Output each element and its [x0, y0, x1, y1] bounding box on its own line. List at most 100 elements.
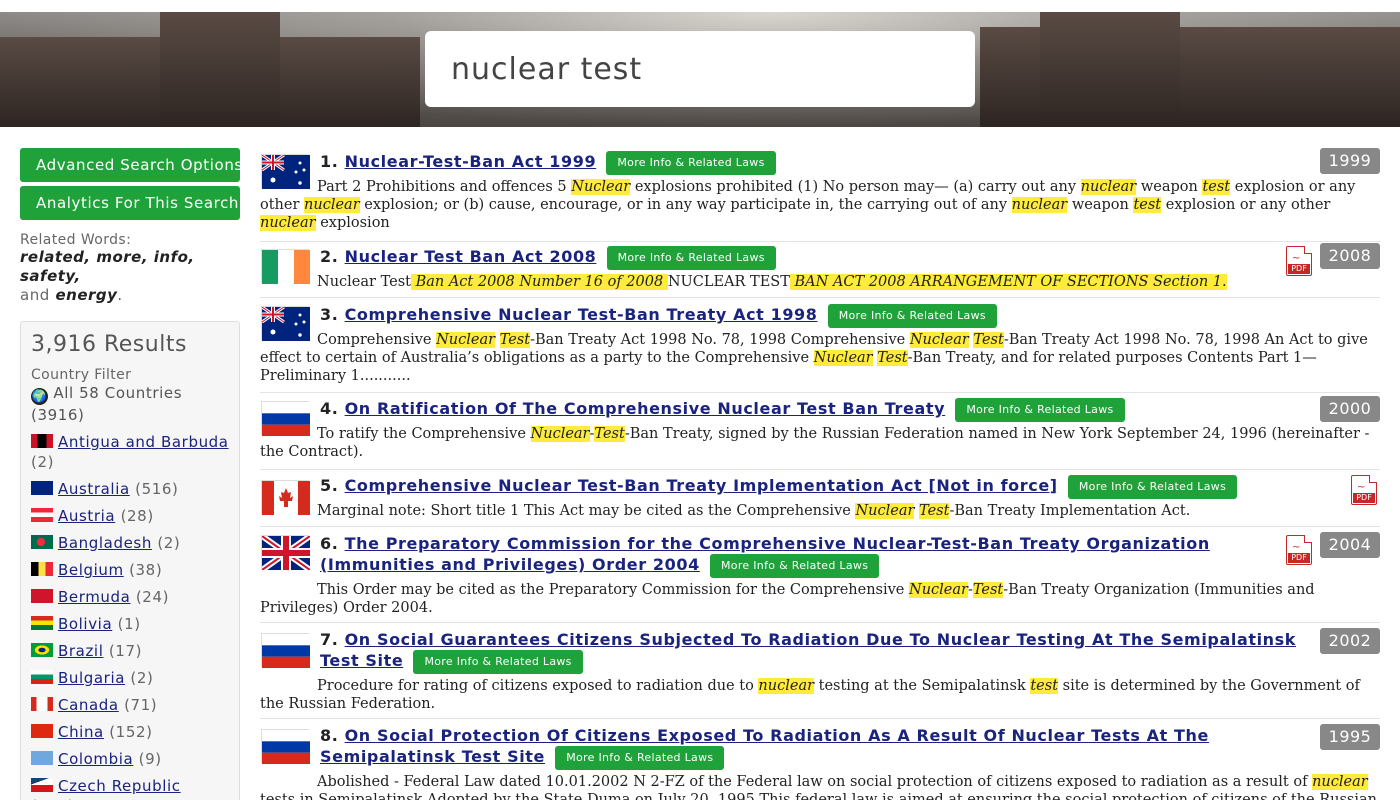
country-filter-item[interactable]: Colombia (9)	[31, 749, 229, 769]
country-flag-icon	[31, 481, 53, 495]
result-snippet: This Order may be cited as the Preparato…	[260, 581, 1380, 617]
more-info-button[interactable]: More Info & Related Laws	[1067, 475, 1238, 499]
ireland-flag-icon	[261, 249, 310, 284]
country-link[interactable]: Bermuda	[58, 588, 130, 606]
result-snippet: Procedure for rating of citizens exposed…	[260, 677, 1380, 713]
search-input[interactable]	[451, 51, 951, 87]
result-number: 1.	[320, 152, 339, 171]
country-filter-item[interactable]: Austria (28)	[31, 506, 229, 526]
country-flag-icon	[31, 589, 53, 603]
more-info-button[interactable]: More Info & Related Laws	[413, 650, 583, 674]
result-number: 5.	[320, 476, 339, 495]
country-link[interactable]: Belgium	[58, 561, 124, 579]
country-link[interactable]: Bulgaria	[58, 669, 125, 687]
sidebar: Advanced Search Options Analytics For Th…	[20, 148, 240, 800]
russia-flag-icon	[261, 401, 310, 436]
result-number: 6.	[320, 534, 339, 553]
result-title: 3. Comprehensive Nuclear Test-Ban Treaty…	[320, 298, 1380, 328]
country-filter-item[interactable]: Bangladesh (2)	[31, 533, 229, 553]
country-count: (9)	[138, 750, 162, 768]
snippet-text: explosion; or (b) cause, encourage, or i…	[359, 197, 1012, 213]
result-link[interactable]: Nuclear-Test-Ban Act 1999	[345, 152, 597, 171]
result-snippet: To ratify the Comprehensive Nuclear-Test…	[260, 425, 1380, 461]
more-info-button[interactable]: More Info & Related Laws	[606, 151, 776, 175]
advanced-search-button[interactable]: Advanced Search Options	[20, 148, 240, 182]
result-item: 3. Comprehensive Nuclear Test-Ban Treaty…	[260, 298, 1380, 393]
related-words: Related Words: related, more, info, safe…	[20, 232, 240, 305]
result-link[interactable]: Comprehensive Nuclear Test-Ban Treaty Ac…	[345, 305, 818, 324]
snippet-text: This Order may be cited as the Preparato…	[317, 582, 909, 598]
result-snippet: Part 2 Prohibitions and offences 5 Nucle…	[260, 178, 1380, 232]
country-link[interactable]: Bolivia	[58, 615, 112, 633]
all-countries-label: All 58 Countries	[53, 384, 183, 402]
snippet-text: Test	[380, 274, 411, 290]
keyword-highlight: BAN ACT 2008 ARRANGEMENT OF SECTIONS Sec…	[789, 274, 1227, 290]
country-link[interactable]: Colombia	[58, 750, 133, 768]
pdf-swoosh: ~	[1357, 482, 1366, 493]
snippet-text: Procedure for rating of citizens exposed…	[317, 678, 759, 694]
country-filter-item[interactable]: Antigua and Barbuda (2)	[31, 432, 229, 472]
pdf-icon[interactable]: ~ PDF	[1286, 535, 1312, 565]
pdf-fold	[1304, 535, 1312, 543]
year-badge: 2004	[1320, 532, 1380, 558]
country-flag-icon	[31, 643, 53, 657]
country-link[interactable]: China	[58, 723, 104, 741]
related-and-text: and	[20, 286, 50, 304]
analytics-button[interactable]: Analytics For This Search	[20, 186, 240, 220]
more-info-button[interactable]: More Info & Related Laws	[710, 554, 880, 578]
snippet-text: weapon	[1067, 197, 1134, 213]
country-filter-item[interactable]: Brazil (17)	[31, 641, 229, 661]
country-link[interactable]: Bangladesh	[58, 534, 152, 552]
result-link[interactable]: Nuclear Test Ban Act 2008	[345, 247, 597, 266]
country-filter-item[interactable]: Bulgaria (2)	[31, 668, 229, 688]
keyword-highlight: Nuclear	[855, 503, 915, 519]
result-number: 3.	[320, 305, 339, 324]
country-filter-item[interactable]: Bermuda (24)	[31, 587, 229, 607]
pdf-icon[interactable]: ~ PDF	[1286, 246, 1312, 276]
country-flag-icon	[31, 778, 53, 792]
more-info-button[interactable]: More Info & Related Laws	[827, 304, 997, 328]
result-link[interactable]: On Social Protection Of Citizens Exposed…	[320, 726, 1209, 766]
result-item: ~ PDF 5. Comprehensive Nuclear Test-Ban T…	[260, 470, 1380, 527]
country-filter-item[interactable]: Bolivia (1)	[31, 614, 229, 634]
country-link[interactable]: Austria	[58, 507, 115, 525]
country-filter-item[interactable]: Belgium (38)	[31, 560, 229, 580]
result-number: 4.	[320, 399, 339, 418]
country-flag-icon	[31, 724, 53, 738]
country-count: (1)	[117, 615, 141, 633]
year-badge: 1999	[1320, 148, 1380, 174]
keyword-highlight: nuclear	[304, 197, 360, 213]
keyword-highlight: Nuclear	[436, 332, 496, 348]
country-filter-item[interactable]: Czech Republic (147)	[31, 776, 229, 800]
result-title: 4. On Ratification Of The Comprehensive …	[320, 393, 1380, 422]
australia-flag-icon	[261, 153, 310, 189]
result-link[interactable]: On Ratification Of The Comprehensive Nuc…	[345, 399, 946, 418]
pdf-icon[interactable]: ~ PDF	[1351, 475, 1377, 505]
country-filter-item[interactable]: China (152)	[31, 722, 229, 742]
country-all[interactable]: 🌍 All 58 Countries (3916)	[31, 383, 229, 425]
related-words-text: related, more, info, safety,	[20, 248, 195, 285]
country-link[interactable]: Australia	[58, 480, 130, 498]
country-flag-icon	[31, 670, 53, 684]
result-link[interactable]: Comprehensive Nuclear Test-Ban Treaty Im…	[345, 476, 1058, 495]
country-link[interactable]: Czech Republic	[58, 777, 181, 795]
snippet-text: NUCLEAR	[667, 274, 746, 290]
keyword-highlight: Nuclear	[813, 350, 873, 366]
keyword-highlight: Test	[919, 503, 950, 519]
country-filter-item[interactable]: Canada (71)	[31, 695, 229, 715]
country-count: (24)	[135, 588, 170, 606]
country-filter-item[interactable]: Australia (516)	[31, 479, 229, 499]
country-link[interactable]: Canada	[58, 696, 119, 714]
result-snippet: Nuclear Test Ban Act 2008 Number 16 of 2…	[260, 273, 1380, 291]
more-info-button[interactable]: More Info & Related Laws	[606, 246, 776, 270]
results-list: 1999 1. Nuclear-Test-Ban Act 1999 More I…	[260, 148, 1380, 800]
country-link[interactable]: Brazil	[58, 642, 103, 660]
keyword-highlight: Test	[594, 426, 625, 442]
results-count: 3,916 Results	[31, 332, 187, 357]
keyword-highlight: nuclear	[260, 215, 316, 231]
more-info-button[interactable]: More Info & Related Laws	[555, 746, 725, 770]
country-link[interactable]: Antigua and Barbuda	[58, 433, 229, 451]
more-info-button[interactable]: More Info & Related Laws	[955, 398, 1125, 422]
result-item: 2000 4. On Ratification Of The Comprehen…	[260, 393, 1380, 470]
keyword-highlight: Nuclear	[909, 582, 968, 598]
